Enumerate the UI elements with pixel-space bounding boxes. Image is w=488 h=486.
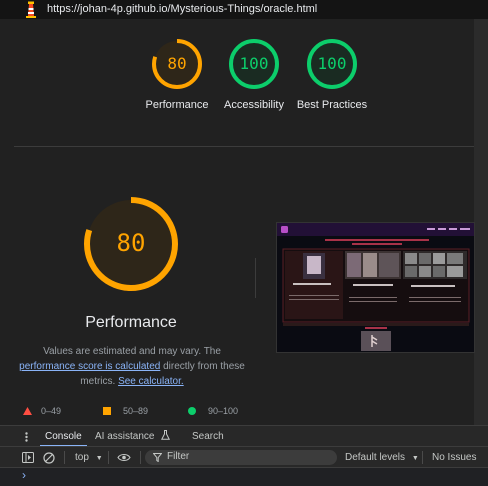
triangle-icon	[23, 407, 32, 415]
toolbar-separator	[64, 451, 65, 464]
filter-icon	[153, 453, 162, 462]
performance-gauge: 80	[82, 195, 180, 293]
gauge-score: 100	[317, 54, 347, 73]
gauge-label: Accessibility	[224, 99, 284, 111]
toolbar-separator	[422, 451, 423, 464]
caret-down-icon: ▼	[95, 455, 103, 462]
url-bar: https://johan-4p.github.io/Mysterious-Th…	[0, 0, 488, 19]
context-selector[interactable]: top ▼	[75, 447, 103, 468]
performance-score: 80	[116, 229, 146, 257]
filter-placeholder: Filter	[167, 451, 190, 462]
screenshot-image	[277, 223, 474, 352]
issues-button[interactable]: No Issues	[432, 447, 476, 468]
section-divider	[14, 146, 474, 147]
drawer-tab-bar: Console AI assistance Search	[0, 425, 488, 447]
console-prompt: ›	[22, 468, 26, 482]
caret-down-icon: ▼	[411, 455, 419, 462]
clear-console-icon[interactable]	[43, 452, 55, 464]
gauge-best-practices[interactable]: 100	[306, 38, 358, 95]
circle-icon	[188, 407, 196, 415]
eye-icon[interactable]	[117, 453, 131, 462]
toolbar-separator	[108, 451, 109, 464]
calculator-link[interactable]: See calculator.	[118, 376, 184, 387]
legend-pass: 90–100	[188, 406, 238, 416]
log-levels-dropdown[interactable]: Default levels ▼	[345, 447, 419, 468]
flask-icon	[161, 430, 171, 440]
gauge-label: Best Practices	[296, 99, 368, 111]
scrollbar[interactable]	[474, 19, 488, 425]
performance-description: Values are estimated and may vary. The p…	[19, 346, 245, 387]
gauge-score: 80	[167, 54, 187, 73]
sidebar-toggle-icon[interactable]	[22, 452, 34, 463]
toolbar-separator	[140, 451, 141, 464]
gauge-label: Performance	[145, 99, 209, 111]
page-url[interactable]: https://johan-4p.github.io/Mysterious-Th…	[47, 3, 317, 15]
gauge-accessibility[interactable]: 100	[228, 38, 280, 95]
tab-console[interactable]: Console	[40, 426, 87, 447]
square-icon	[103, 407, 111, 415]
console-output[interactable]: ›	[0, 468, 488, 486]
console-toolbar: top ▼ Filter Default levels ▼ No Issues	[0, 446, 488, 468]
tab-search[interactable]: Search	[192, 426, 224, 447]
legend-fail: 0–49	[23, 406, 61, 416]
lighthouse-icon	[26, 1, 36, 18]
gauge-score: 100	[239, 54, 269, 73]
tab-ai-assistance[interactable]: AI assistance	[95, 426, 171, 447]
legend-average: 50–89	[103, 406, 148, 416]
filter-input[interactable]: Filter	[145, 450, 337, 465]
performance-title: Performance	[85, 314, 177, 331]
gauge-performance[interactable]: 80	[151, 38, 203, 95]
more-vertical-icon[interactable]	[25, 432, 28, 442]
page-screenshot-thumbnail[interactable]	[276, 222, 475, 353]
score-calculation-link[interactable]: performance score is calculated	[19, 361, 160, 372]
vertical-divider	[255, 258, 256, 298]
